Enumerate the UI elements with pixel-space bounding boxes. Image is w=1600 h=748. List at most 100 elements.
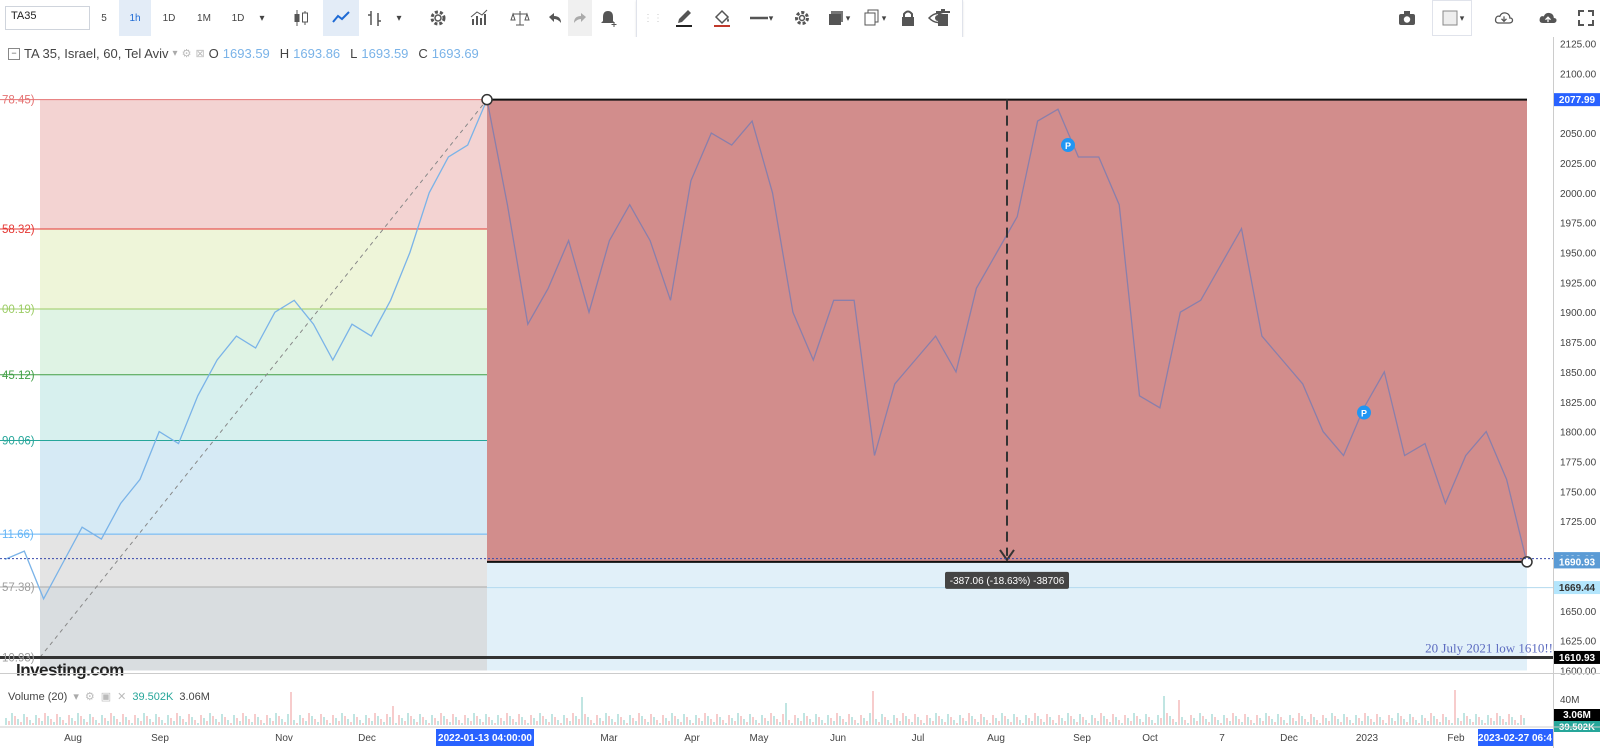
time-axis-label: Sep xyxy=(151,733,169,744)
anchor-handle[interactable] xyxy=(1521,556,1533,568)
volume-axis-label: 40M xyxy=(1560,695,1579,706)
price-tag-label: 1690.93 xyxy=(1559,557,1596,568)
settings-icon[interactable]: ⚙ xyxy=(85,690,95,703)
price-axis-label: 1800.00 xyxy=(1560,428,1597,439)
undo-icon[interactable] xyxy=(543,0,567,36)
fib-level-label: 11.66) xyxy=(2,529,34,541)
volume-value: 39.502K xyxy=(132,690,174,703)
price-axis-label: 1750.00 xyxy=(1560,487,1597,498)
redo-icon[interactable] xyxy=(568,0,592,36)
price-axis-label: 1950.00 xyxy=(1560,249,1597,260)
top-toolbar: TA35 5 1h 1D 1M 1D ▾ ▾ ⋮⋮ ▾ ▾ ▾ ▾ xyxy=(0,0,1600,38)
alert-icon[interactable] xyxy=(596,0,620,36)
high-label: H xyxy=(279,46,290,61)
fib-level-label: 58.32) xyxy=(2,224,35,236)
interval-1d[interactable]: 1D xyxy=(153,0,185,36)
chevron-down-icon[interactable]: ▾ xyxy=(254,0,270,36)
line-style-icon[interactable]: ▾ xyxy=(741,0,781,36)
close-icon[interactable]: ✕ xyxy=(117,690,126,703)
fill-icon[interactable] xyxy=(705,0,739,36)
crosshair-time-label: 2022-01-13 04:00:00 xyxy=(438,733,532,744)
price-axis-label: 1625.00 xyxy=(1560,637,1597,648)
legend-title[interactable]: TA 35, Israel, 60, Tel Aviv xyxy=(24,46,169,61)
cloud-upload-icon[interactable] xyxy=(1530,0,1566,36)
chevron-down-icon[interactable]: ▾ xyxy=(73,690,79,703)
candles-icon[interactable] xyxy=(283,0,319,36)
layers-icon[interactable]: ▾ xyxy=(821,0,855,36)
close-value: 1693.69 xyxy=(431,46,479,61)
price-axis-label: 2125.00 xyxy=(1560,40,1597,51)
line-chart-icon[interactable] xyxy=(323,0,359,36)
interval-5[interactable]: 5 xyxy=(88,0,120,36)
fib-level-label: 57.38) xyxy=(2,582,35,594)
trash-icon[interactable] xyxy=(928,0,958,36)
price-tag-label: 1669.44 xyxy=(1559,583,1596,594)
fib-zone xyxy=(40,308,487,375)
volume-ma-value: 3.06M xyxy=(179,690,210,703)
fib-level-label: 45.12) xyxy=(2,370,35,382)
price-axis-label: 1650.00 xyxy=(1560,607,1597,618)
price-axis-label: 2025.00 xyxy=(1560,159,1597,170)
bars-icon[interactable] xyxy=(361,0,389,36)
event-marker-label: P xyxy=(1361,409,1367,419)
price-axis-label: 2000.00 xyxy=(1560,189,1597,200)
price-axis-label: 1900.00 xyxy=(1560,308,1597,319)
price-tag-label: 2077.99 xyxy=(1559,95,1596,106)
time-axis-label: Jul xyxy=(912,733,925,744)
clone-icon[interactable]: ▾ xyxy=(857,0,891,36)
price-axis-label: 1850.00 xyxy=(1560,368,1597,379)
price-axis-label: 1600.00 xyxy=(1560,667,1597,678)
price-axis-label: 2050.00 xyxy=(1560,129,1597,140)
fullscreen-icon[interactable] xyxy=(1572,0,1600,36)
interval-1m[interactable]: 1M xyxy=(188,0,220,36)
time-axis-label: Oct xyxy=(1142,733,1158,744)
drawing-toolbar: ⋮⋮ ▾ ▾ ▾ xyxy=(636,0,963,38)
open-value: 1693.59 xyxy=(222,46,270,61)
close-label: C xyxy=(418,46,428,61)
price-chart[interactable]: P P -387.06 (-18.63%) -38706 20 July 2021 l… xyxy=(0,37,1600,748)
chevron-down-icon[interactable]: ▾ xyxy=(391,0,407,36)
open-label: O xyxy=(208,46,219,61)
price-axis-label: 2100.00 xyxy=(1560,69,1597,80)
time-axis-label: Mar xyxy=(600,733,618,744)
time-axis-label: Dec xyxy=(358,733,376,744)
interval-1h[interactable]: 1h xyxy=(119,0,151,36)
fib-zone xyxy=(40,440,487,535)
fib-zone xyxy=(40,374,487,441)
symbol-input[interactable]: TA35 xyxy=(5,6,90,30)
settings-icon[interactable]: ⚙ xyxy=(182,47,192,60)
low-label: L xyxy=(350,46,358,61)
interval-1d-dropdown[interactable]: 1D xyxy=(222,0,254,36)
event-marker-label: P xyxy=(1065,141,1071,151)
fib-zone xyxy=(40,228,487,309)
annotation-text[interactable]: 20 July 2021 low 1610!! xyxy=(1425,640,1553,655)
fib-level-label: 10.93) xyxy=(2,652,35,664)
time-axis-label: Dec xyxy=(1280,733,1298,744)
crosshair-time-label: 2023-02-27 06:4 xyxy=(1478,733,1552,744)
pencil-icon[interactable] xyxy=(667,0,701,36)
settings-icon[interactable] xyxy=(422,0,454,36)
drag-handle-icon[interactable]: ⋮⋮ xyxy=(641,0,665,36)
low-value: 1693.59 xyxy=(361,46,409,61)
time-axis-label: 7 xyxy=(1219,733,1225,744)
close-icon[interactable]: ⊠ xyxy=(195,47,204,60)
indicators-icon[interactable] xyxy=(463,0,495,36)
cloud-download-icon[interactable] xyxy=(1486,0,1522,36)
time-axis-label: Feb xyxy=(1447,733,1465,744)
collapse-icon[interactable]: − xyxy=(8,47,20,60)
price-axis-label: 1875.00 xyxy=(1560,338,1597,349)
price-axis-label: 1725.00 xyxy=(1560,517,1597,528)
camera-icon[interactable] xyxy=(1392,0,1422,36)
chevron-down-icon[interactable]: ▾ xyxy=(173,48,178,59)
time-axis-label: Aug xyxy=(987,733,1005,744)
anchor-handle[interactable] xyxy=(481,93,493,106)
settings-icon[interactable] xyxy=(787,0,817,36)
series-legend: − TA 35, Israel, 60, Tel Aviv ▾ ⚙ ⊠ O 169… xyxy=(8,46,479,61)
price-axis-label: 1825.00 xyxy=(1560,398,1597,409)
lock-icon[interactable]: ▣ xyxy=(101,690,111,703)
volume-label[interactable]: Volume (20) xyxy=(8,691,67,703)
lock-icon[interactable] xyxy=(893,0,923,36)
compare-icon[interactable] xyxy=(505,0,535,36)
template-icon[interactable]: ▾ xyxy=(1432,0,1472,36)
time-axis-label: May xyxy=(750,733,769,744)
